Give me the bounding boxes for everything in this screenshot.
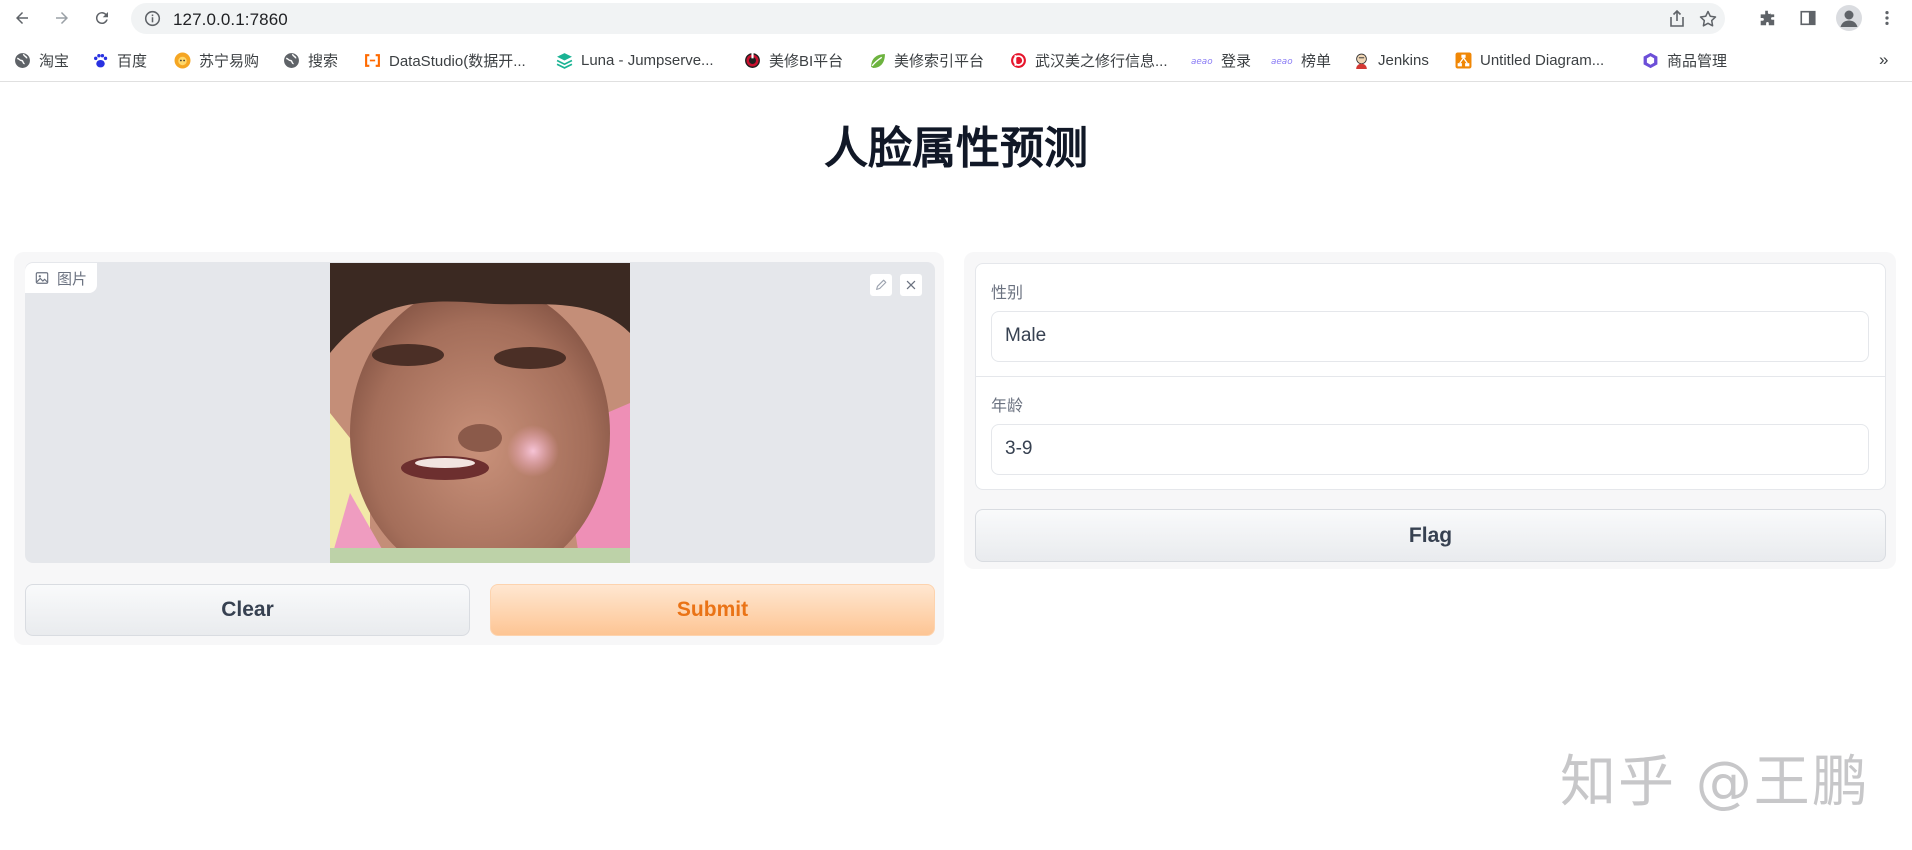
bookmark-item[interactable]: 苏宁易购: [174, 49, 259, 71]
bookmark-label: Jenkins: [1378, 51, 1429, 69]
edit-image-button[interactable]: [869, 273, 893, 297]
uploaded-face-image: [330, 263, 630, 563]
arrow-right-icon: [56, 12, 68, 24]
bookmark-item[interactable]: DataStudio(数据开...: [364, 49, 526, 71]
age-output-field[interactable]: 3-9: [991, 424, 1869, 475]
person-icon: [1840, 10, 1858, 27]
weibo-icon: [1011, 52, 1026, 68]
bookmarks-bar: 淘宝 百度 苏宁易购 搜索 DataStudio(数据开... Luna - J…: [0, 44, 1912, 76]
svg-text:aeao: aeao: [1271, 56, 1293, 66]
bookmark-item[interactable]: 百度: [92, 49, 147, 71]
bookmark-label: 榜单: [1301, 52, 1332, 70]
bookmark-label: Untitled Diagram...: [1480, 51, 1605, 69]
aeae-icon: aeao: [1191, 56, 1213, 66]
jenkins-icon: [1356, 53, 1367, 69]
bookmark-label: 商品管理: [1667, 52, 1728, 70]
suning-lion-icon: [174, 52, 191, 68]
outputs-divider: [976, 376, 1885, 377]
page-title: 人脸属性预测: [824, 124, 1088, 173]
jumpserver-stack-icon: [556, 52, 573, 69]
bookmark-label: 武汉美之修行信息...: [1035, 52, 1168, 70]
puzzle-icon: [1760, 10, 1775, 26]
kebab-menu-icon: [1885, 10, 1889, 26]
bookmark-item[interactable]: 美修索引平台: [869, 49, 984, 71]
side-panel-button[interactable]: [1797, 7, 1819, 29]
bi-ring-icon: [745, 51, 760, 68]
drawio-icon: [1455, 52, 1472, 68]
arrow-left-icon: [16, 12, 28, 24]
side-panel-icon: [1800, 10, 1816, 26]
bookmark-item[interactable]: Jenkins: [1353, 49, 1429, 71]
extensions-button[interactable]: [1756, 7, 1778, 29]
globe-icon: [15, 52, 30, 68]
gender-label: 性别: [991, 285, 1024, 302]
bookmark-star-icon[interactable]: [1698, 9, 1718, 29]
watermark-text: 知乎 @王鹏: [1560, 750, 1870, 815]
gender-output-field[interactable]: Male: [991, 311, 1869, 362]
bookmark-label: 美修BI平台: [769, 52, 844, 70]
bookmark-label: 百度: [117, 52, 148, 70]
close-icon: [906, 280, 916, 290]
flag-button[interactable]: Flag: [975, 509, 1886, 562]
url-text: 127.0.0.1:7860: [173, 10, 288, 29]
image-icon: [35, 272, 49, 284]
share-icon[interactable]: [1667, 9, 1687, 29]
spring-leaf-icon: [871, 53, 885, 68]
bookmark-item[interactable]: 武汉美之修行信息...: [1010, 49, 1168, 71]
bookmark-item[interactable]: 搜索: [283, 49, 338, 71]
bookmark-label: 登录: [1221, 52, 1252, 70]
bookmark-label: Luna - Jumpserve...: [581, 51, 714, 69]
svg-text:aeao: aeao: [1191, 56, 1213, 66]
bookmark-item[interactable]: aeao 榜单: [1271, 49, 1331, 71]
bookmark-label: DataStudio(数据开...: [389, 52, 526, 70]
back-button[interactable]: [10, 6, 34, 30]
bookmark-item[interactable]: Luna - Jumpserve...: [556, 49, 714, 71]
browser-menu-button[interactable]: [1876, 7, 1898, 29]
aliyun-bracket-icon: [365, 53, 380, 67]
globe-icon: [284, 52, 299, 68]
bookmark-item[interactable]: 淘宝: [14, 49, 69, 71]
image-input-label-text: 图片: [57, 270, 88, 288]
reload-button[interactable]: [90, 6, 114, 30]
age-label: 年龄: [991, 398, 1024, 415]
remove-image-button[interactable]: [899, 273, 923, 297]
clear-button[interactable]: Clear: [25, 584, 470, 636]
bookmark-item[interactable]: 美修BI平台: [744, 49, 843, 71]
hexagon-icon: [1643, 52, 1658, 68]
info-icon: [144, 10, 161, 27]
bookmark-item[interactable]: aeao 登录: [1191, 49, 1251, 71]
bookmark-label: 苏宁易购: [199, 52, 260, 70]
bookmark-item[interactable]: 商品管理: [1642, 49, 1727, 71]
bookmark-item[interactable]: Untitled Diagram...: [1455, 49, 1604, 71]
profile-avatar[interactable]: [1836, 5, 1862, 31]
pencil-icon: [876, 279, 887, 290]
reload-icon: [95, 12, 108, 25]
forward-button[interactable]: [50, 6, 74, 30]
more-bookmarks-button[interactable]: »: [1879, 49, 1888, 71]
address-bar[interactable]: 127.0.0.1:7860: [131, 3, 1725, 34]
image-input-label: 图片: [25, 263, 98, 293]
baidu-paw-icon: [94, 53, 108, 67]
bookmark-label: 美修索引平台: [894, 52, 985, 70]
bookmark-label: 淘宝: [39, 52, 70, 70]
submit-button[interactable]: Submit: [490, 584, 935, 636]
aeae-icon: aeao: [1271, 56, 1293, 66]
browser-toolbar: 127.0.0.1:7860: [0, 0, 1912, 37]
bookmark-label: 搜索: [308, 52, 339, 70]
chrome-divider: [0, 81, 1912, 82]
